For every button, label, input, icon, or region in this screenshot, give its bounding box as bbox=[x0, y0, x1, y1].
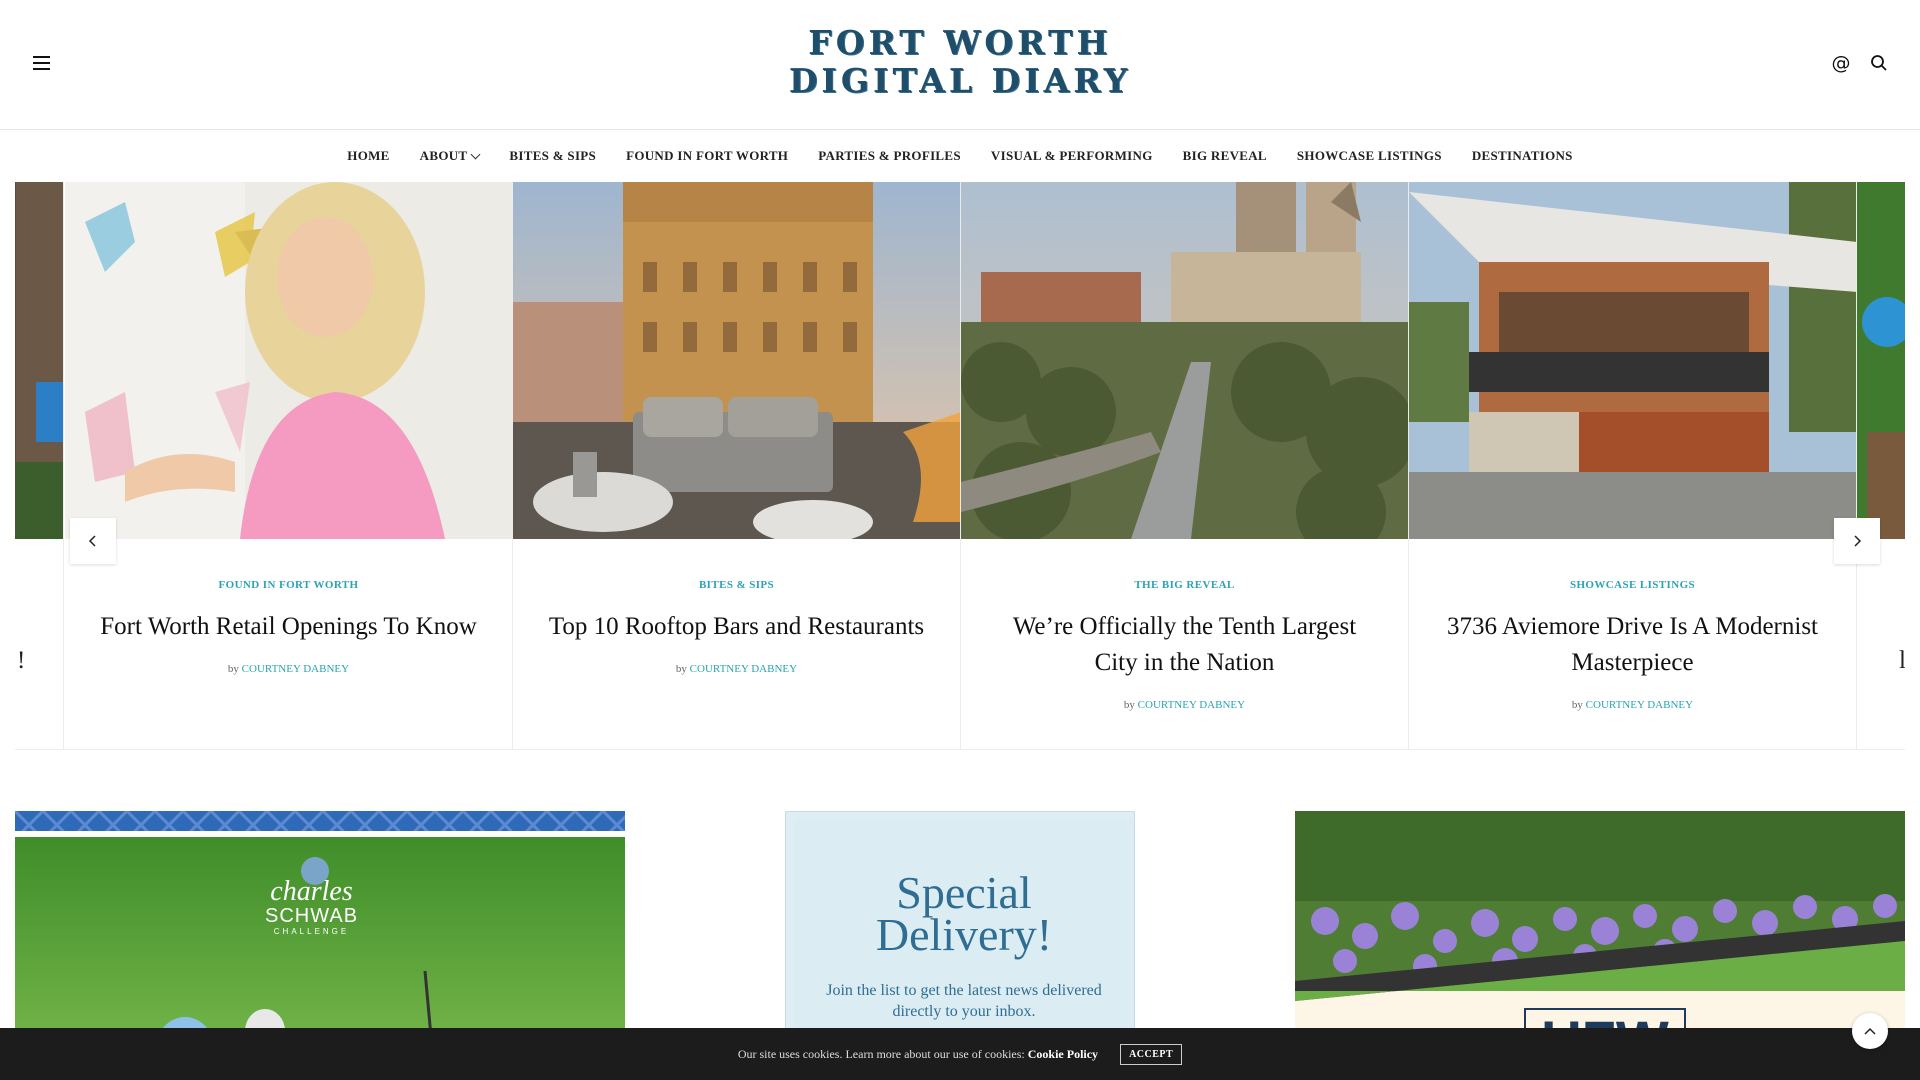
slide-byline: by COURTNEY DABNEY bbox=[675, 663, 798, 675]
slide-author[interactable]: COURTNEY DABNEY bbox=[242, 663, 349, 675]
carousel-slide-partial-left[interactable]: ! bbox=[15, 182, 64, 749]
nav-visual-performing[interactable]: VISUAL & PERFORMING bbox=[991, 148, 1153, 164]
cookie-text: Our site uses cookies. Learn more about … bbox=[737, 1046, 1099, 1061]
slide-title[interactable]: 3736 Aviemore Drive Is A Modernist Maste… bbox=[1443, 609, 1823, 681]
slide-category[interactable]: THE BIG REVEAL bbox=[961, 579, 1408, 591]
at-icon[interactable]: @ bbox=[1830, 52, 1852, 74]
nav-about[interactable]: ABOUT bbox=[420, 148, 481, 164]
promo-title: Special Delivery! bbox=[875, 867, 1053, 960]
slide-category[interactable]: SHOWCASE LISTINGS bbox=[1409, 579, 1856, 591]
header-icons: @ bbox=[1830, 52, 1890, 74]
carousel-slide-partial-right[interactable]: l bbox=[1857, 182, 1905, 749]
carousel-slide-4[interactable]: SHOWCASE LISTINGS 3736 Aviemore Drive Is… bbox=[1409, 182, 1857, 749]
featured-carousel: ! FOUND IN FORT WORTH Fort Worth Retail … bbox=[15, 182, 1905, 750]
slide-category[interactable]: BITES & SIPS bbox=[513, 579, 960, 591]
cookie-bar: Our site uses cookies. Learn more about … bbox=[0, 1028, 1920, 1080]
slide-title-partial: ! bbox=[17, 647, 26, 674]
slide-title[interactable]: Fort Worth Retail Openings To Know bbox=[99, 609, 479, 645]
chevron-left-icon bbox=[88, 535, 96, 547]
nav-found-in-fort-worth[interactable]: FOUND IN FORT WORTH bbox=[626, 148, 788, 164]
nav-showcase-listings[interactable]: SHOWCASE LISTINGS bbox=[1297, 148, 1442, 164]
slide-byline: by COURTNEY DABNEY bbox=[227, 663, 350, 675]
slide-byline: by COURTNEY DABNEY bbox=[1123, 699, 1246, 711]
nav-big-reveal[interactable]: BIG REVEAL bbox=[1183, 148, 1267, 164]
nav-destinations[interactable]: DESTINATIONS bbox=[1472, 148, 1573, 164]
site-logo[interactable]: FORT WORTH DIGITAL DIARY bbox=[0, 24, 1920, 100]
ad-left-logo: charles SCHWAB CHALLENGE bbox=[265, 876, 359, 937]
carousel-slide-2[interactable]: BITES & SIPS Top 10 Rooftop Bars and Res… bbox=[513, 182, 961, 749]
slide-image[interactable] bbox=[513, 182, 960, 539]
nav-parties-profiles[interactable]: PARTIES & PROFILES bbox=[818, 148, 961, 164]
chevron-right-icon bbox=[1854, 535, 1862, 547]
chevron-up-icon bbox=[1864, 1027, 1876, 1035]
back-to-top-button[interactable] bbox=[1852, 1013, 1888, 1049]
search-icon[interactable] bbox=[1868, 52, 1890, 74]
slide-title-partial: l bbox=[1899, 647, 1905, 675]
promo-text: Join the list to get the latest news del… bbox=[826, 982, 1102, 1020]
slide-category[interactable]: FOUND IN FORT WORTH bbox=[65, 579, 512, 591]
slide-author[interactable]: COURTNEY DABNEY bbox=[1138, 699, 1245, 711]
slide-author[interactable]: COURTNEY DABNEY bbox=[690, 663, 797, 675]
logo-line-1: FORT WORTH bbox=[808, 23, 1112, 62]
slide-title[interactable]: We’re Officially the Tenth Largest City … bbox=[995, 609, 1375, 681]
slide-image[interactable] bbox=[1409, 182, 1856, 539]
nav-bites-sips[interactable]: BITES & SIPS bbox=[509, 148, 596, 164]
main-nav: HOME ABOUT BITES & SIPS FOUND IN FORT WO… bbox=[0, 131, 1920, 181]
cookie-accept-button[interactable]: ACCEPT bbox=[1120, 1043, 1183, 1065]
site-header: FORT WORTH DIGITAL DIARY @ bbox=[0, 0, 1920, 130]
chevron-down-icon bbox=[470, 149, 481, 159]
carousel-prev-button[interactable] bbox=[70, 518, 116, 564]
slide-author[interactable]: COURTNEY DABNEY bbox=[1586, 699, 1693, 711]
slide-image[interactable] bbox=[65, 182, 512, 539]
slide-image[interactable] bbox=[15, 182, 63, 539]
slide-image[interactable] bbox=[1857, 182, 1905, 539]
carousel-slide-3[interactable]: THE BIG REVEAL We’re Officially the Tent… bbox=[961, 182, 1409, 749]
carousel-slide-1[interactable]: FOUND IN FORT WORTH Fort Worth Retail Op… bbox=[65, 182, 513, 749]
nav-home[interactable]: HOME bbox=[347, 148, 389, 164]
logo-line-2: DIGITAL DIARY bbox=[788, 61, 1132, 100]
cookie-policy-link[interactable]: Cookie Policy bbox=[1028, 1047, 1098, 1061]
carousel-next-button[interactable] bbox=[1834, 518, 1880, 564]
slide-byline: by COURTNEY DABNEY bbox=[1571, 699, 1694, 711]
slide-image[interactable] bbox=[961, 182, 1408, 539]
slide-title[interactable]: Top 10 Rooftop Bars and Restaurants bbox=[547, 609, 927, 645]
